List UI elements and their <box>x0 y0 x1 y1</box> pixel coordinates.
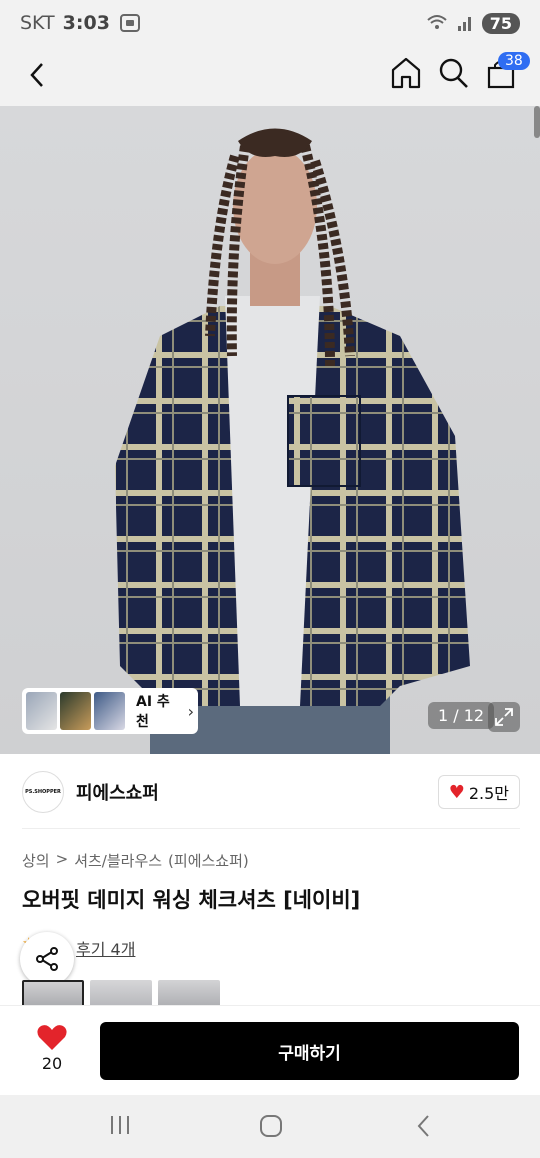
recent-apps-button[interactable] <box>108 1113 132 1141</box>
brand-row: PS.SHOPPER 피에스쇼퍼 ♥ 2.5만 <box>22 770 520 814</box>
share-icon <box>36 947 58 971</box>
fullscreen-button[interactable] <box>488 702 520 732</box>
cart-count-badge: 38 <box>498 52 530 70</box>
product-title: 오버핏 데미지 워싱 체크셔츠 [네이비] <box>22 888 361 912</box>
top-navigation: 38 <box>0 46 540 106</box>
breadcrumb-separator: > <box>55 850 69 868</box>
chevron-right-icon: › <box>187 701 194 721</box>
home-circle-icon <box>260 1115 282 1137</box>
breadcrumb-item[interactable]: 상의 <box>22 850 50 871</box>
back-nav-button[interactable] <box>412 1113 436 1143</box>
bottom-purchase-bar: 20 구매하기 <box>0 1005 540 1095</box>
wish-count: 20 <box>41 1054 63 1073</box>
status-bar: SKT 3:03 75 <box>0 0 540 46</box>
heart-icon: ♥ <box>448 781 465 803</box>
ai-thumbnail <box>26 692 57 730</box>
brand-logo[interactable]: PS.SHOPPER <box>22 771 64 813</box>
breadcrumb: 상의 > 셔츠/블라우스 (피에스쇼퍼) <box>22 850 249 871</box>
wifi-icon <box>427 15 447 29</box>
battery-indicator: 75 <box>481 12 520 34</box>
divider <box>22 828 520 829</box>
signal-icon <box>457 17 471 31</box>
home-nav-button[interactable] <box>258 1113 284 1143</box>
brand-name[interactable]: 피에스쇼퍼 <box>76 779 159 805</box>
image-counter: 1 / 12 <box>428 702 495 729</box>
buy-button[interactable]: 구매하기 <box>100 1022 519 1080</box>
system-navigation-bar <box>0 1095 540 1158</box>
heart-icon[interactable] <box>36 1024 68 1052</box>
share-button[interactable] <box>20 932 74 986</box>
review-link[interactable]: 후기 4개 <box>76 936 135 960</box>
ai-thumbnail <box>94 692 125 730</box>
brand-like-count: 2.5만 <box>468 784 509 803</box>
breadcrumb-brand: (피에스쇼퍼) <box>168 852 249 870</box>
carrier-label: SKT <box>20 12 55 34</box>
recent-apps-icon <box>111 1116 129 1134</box>
model-photo <box>115 128 470 754</box>
ai-recommend-label: AI 추천 <box>136 694 170 730</box>
screen-record-icon <box>119 14 140 32</box>
scroll-indicator <box>534 106 540 138</box>
breadcrumb-item[interactable]: 셔츠/블라우스 <box>74 850 162 871</box>
back-chevron-icon <box>417 1115 429 1137</box>
search-icon[interactable] <box>438 56 470 90</box>
home-icon[interactable] <box>390 56 422 90</box>
brand-like-button[interactable]: ♥ 2.5만 <box>437 775 520 809</box>
clock: 3:03 <box>62 12 110 34</box>
brand-logo-text: PS.SHOPPER <box>25 789 61 795</box>
status-icons: 75 <box>426 12 520 34</box>
back-arrow-icon[interactable] <box>22 58 56 92</box>
expand-icon <box>495 708 513 726</box>
ai-recommend-button[interactable]: AI 추천 › <box>22 688 198 734</box>
product-image[interactable] <box>0 106 540 754</box>
ai-thumbnail <box>60 692 91 730</box>
